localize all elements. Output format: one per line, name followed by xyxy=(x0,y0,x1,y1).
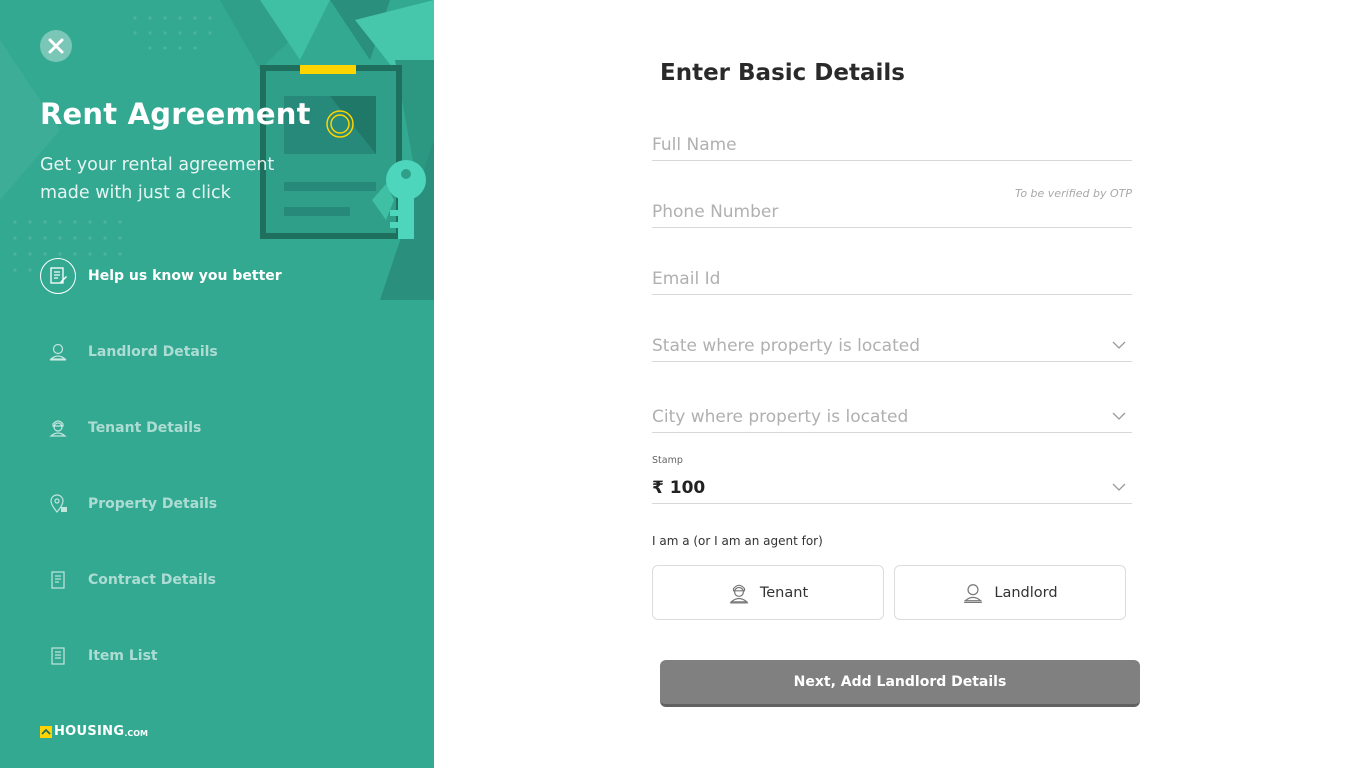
housing-logo: HOUSING .COM xyxy=(40,724,148,739)
step-label: Contract Details xyxy=(88,572,216,588)
step-item-list[interactable]: Item List xyxy=(40,638,360,674)
chevron-down-icon xyxy=(1112,412,1126,420)
close-button[interactable] xyxy=(40,30,72,62)
step-contract-details[interactable]: Contract Details xyxy=(40,562,360,598)
step-landlord-details[interactable]: Landlord Details xyxy=(40,334,360,370)
step-label: Help us know you better xyxy=(88,268,282,284)
stamp-label: Stamp xyxy=(652,455,683,466)
tenant-icon xyxy=(40,410,76,446)
brand-name: HOUSING xyxy=(54,724,125,739)
step-label: Landlord Details xyxy=(88,344,218,360)
page-subtitle: Get your rental agreement made with just… xyxy=(40,155,275,203)
step-label: Tenant Details xyxy=(88,420,202,436)
tenant-role-button[interactable]: Tenant xyxy=(652,565,884,620)
next-add-landlord-details-button[interactable]: Next, Add Landlord Details xyxy=(660,660,1140,707)
phone-input[interactable] xyxy=(652,197,1132,227)
landlord-icon xyxy=(964,583,983,603)
role-label: I am a (or I am an agent for) xyxy=(652,534,823,548)
brand-tld: .COM xyxy=(124,729,149,738)
full-name-input[interactable] xyxy=(652,130,1132,160)
stamp-value: ₹ 100 xyxy=(652,478,706,498)
email-input[interactable] xyxy=(652,264,1132,294)
page-title: Rent Agreement xyxy=(40,97,311,131)
state-select-placeholder: State where property is located xyxy=(652,336,920,356)
housing-logo-icon xyxy=(40,725,52,738)
sidebar: Rent Agreement Get your rental agreement… xyxy=(0,0,434,768)
city-select[interactable]: City where property is located xyxy=(652,402,1132,433)
landlord-role-button[interactable]: Landlord xyxy=(894,565,1126,620)
form-title: Enter Basic Details xyxy=(660,60,905,86)
full-name-field xyxy=(652,130,1132,161)
step-label: Property Details xyxy=(88,496,218,512)
document-icon xyxy=(40,562,76,598)
city-select-placeholder: City where property is located xyxy=(652,407,909,427)
stamp-select[interactable]: ₹ 100 xyxy=(652,473,1132,504)
landlord-role-label: Landlord xyxy=(994,584,1058,601)
chevron-down-icon xyxy=(1112,341,1126,349)
landlord-icon xyxy=(40,334,76,370)
tenant-icon xyxy=(729,584,749,604)
form-icon xyxy=(40,258,76,294)
step-help-us-know-you[interactable]: Help us know you better xyxy=(40,258,360,294)
step-property-details[interactable]: Property Details xyxy=(40,486,360,522)
step-tenant-details[interactable]: Tenant Details xyxy=(40,410,360,446)
step-label: Item List xyxy=(88,648,158,664)
state-select[interactable]: State where property is located xyxy=(652,331,1132,362)
phone-field xyxy=(652,197,1132,228)
tenant-role-label: Tenant xyxy=(759,584,809,601)
list-icon xyxy=(40,638,76,674)
close-icon xyxy=(48,38,64,54)
location-pin-icon xyxy=(40,486,76,522)
email-field xyxy=(652,264,1132,295)
chevron-down-icon xyxy=(1112,483,1126,491)
